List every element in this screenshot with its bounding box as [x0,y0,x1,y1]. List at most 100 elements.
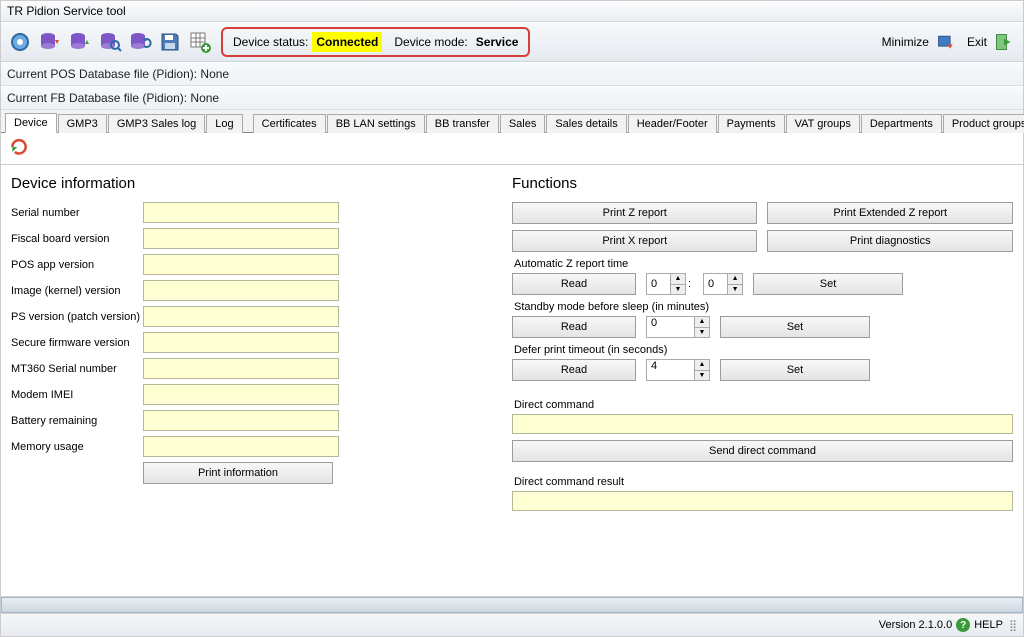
print-diagnostics-button[interactable]: Print diagnostics [767,230,1013,252]
direct-command-input[interactable] [512,414,1013,434]
device-field-row: Image (kernel) version [11,280,492,301]
version-label: Version 2.1.0.0 [879,619,952,631]
device-field-input [143,228,339,249]
time-colon: : [688,278,691,290]
tab-bb-lan[interactable]: BB LAN settings [327,114,425,133]
device-field-label: Serial number [11,207,143,219]
db-download-icon[interactable] [37,29,63,55]
grid-add-icon[interactable] [187,29,213,55]
tab-strip: Device GMP3 GMP3 Sales log Log Certifica… [1,110,1023,133]
device-field-row: Secure firmware version [11,332,492,353]
device-field-label: POS app version [11,259,143,271]
device-field-input [143,306,339,327]
fb-db-info: Current FB Database file (Pidion): None [1,86,1023,110]
tab-gmp3-sales-log[interactable]: GMP3 Sales log [108,114,205,133]
pos-db-info: Current POS Database file (Pidion): None [1,62,1023,86]
device-status-value: Connected [312,32,382,52]
send-direct-command-button[interactable]: Send direct command [512,440,1013,462]
tab-vat-groups[interactable]: VAT groups [786,114,860,133]
device-field-label: Memory usage [11,441,143,453]
tab-payments[interactable]: Payments [718,114,785,133]
main-toolbar: Device status: Connected Device mode: Se… [1,22,1023,62]
device-field-row: PS version (patch version) [11,306,492,327]
exit-label[interactable]: Exit [967,35,987,49]
standby-value-input[interactable]: 0▲▼ [646,316,710,338]
tab-gap [244,127,252,133]
device-field-label: Modem IMEI [11,389,143,401]
device-field-input [143,384,339,405]
tab-bb-transfer[interactable]: BB transfer [426,114,499,133]
device-field-input [143,436,339,457]
device-field-row: Memory usage [11,436,492,457]
device-field-input [143,332,339,353]
refresh-icon[interactable] [9,148,29,160]
device-field-row: Serial number [11,202,492,223]
device-field-input [143,280,339,301]
device-info-heading: Device information [11,175,492,192]
minimize-icon[interactable] [935,31,957,53]
device-field-label: Image (kernel) version [11,285,143,297]
device-field-label: Battery remaining [11,415,143,427]
device-field-label: Fiscal board version [11,233,143,245]
title-bar: TR Pidion Service tool [1,1,1023,22]
help-icon[interactable]: ? [956,618,970,632]
auto-z-label: Automatic Z report time [514,258,1013,270]
tab-departments[interactable]: Departments [861,114,942,133]
defer-label: Defer print timeout (in seconds) [514,344,1013,356]
device-field-input [143,254,339,275]
db-upload-icon[interactable] [67,29,93,55]
device-status-label: Device status: [233,35,308,49]
settings-icon[interactable] [7,29,33,55]
tab-log[interactable]: Log [206,114,242,133]
device-field-input [143,202,339,223]
tab-gmp3[interactable]: GMP3 [58,114,107,133]
device-field-input [143,410,339,431]
tab-sales[interactable]: Sales [500,114,546,133]
device-field-row: Modem IMEI [11,384,492,405]
device-field-input [143,358,339,379]
print-extended-z-report-button[interactable]: Print Extended Z report [767,202,1013,224]
device-field-row: Battery remaining [11,410,492,431]
device-field-row: POS app version [11,254,492,275]
direct-command-label: Direct command [514,399,1013,411]
tab-device[interactable]: Device [5,113,57,133]
status-bar: Version 2.1.0.0 ? HELP ⣿ [1,613,1023,636]
device-field-row: MT360 Serial number [11,358,492,379]
device-field-label: MT360 Serial number [11,363,143,375]
print-x-report-button[interactable]: Print X report [512,230,758,252]
device-field-row: Fiscal board version [11,228,492,249]
minimize-label[interactable]: Minimize [882,35,929,49]
db-search-icon[interactable] [97,29,123,55]
tab-header-footer[interactable]: Header/Footer [628,114,717,133]
device-mode-label: Device mode: [394,35,467,49]
db-sync-icon[interactable] [127,29,153,55]
device-field-label: Secure firmware version [11,337,143,349]
auto-z-read-button[interactable]: Read [512,273,636,295]
print-information-button[interactable]: Print information [143,462,333,484]
tab-certificates[interactable]: Certificates [253,114,326,133]
direct-command-result-output [512,491,1013,511]
functions-heading: Functions [512,175,1013,192]
device-field-label: PS version (patch version) [11,311,143,323]
standby-label: Standby mode before sleep (in minutes) [514,301,1013,313]
direct-command-result-label: Direct command result [514,476,1013,488]
defer-set-button[interactable]: Set [720,359,870,381]
auto-z-hours-input[interactable]: 0▲▼ [646,273,686,295]
standby-set-button[interactable]: Set [720,316,870,338]
standby-read-button[interactable]: Read [512,316,636,338]
tab-product-groups[interactable]: Product groups [943,114,1024,133]
device-mode-value: Service [476,35,519,49]
defer-value-input[interactable]: 4▲▼ [646,359,710,381]
print-z-report-button[interactable]: Print Z report [512,202,758,224]
auto-z-set-button[interactable]: Set [753,273,903,295]
resize-grip[interactable]: ⣿ [1009,619,1015,632]
sub-toolbar [1,133,1023,165]
defer-read-button[interactable]: Read [512,359,636,381]
status-box: Device status: Connected Device mode: Se… [221,27,530,57]
save-icon[interactable] [157,29,183,55]
help-label[interactable]: HELP [974,619,1003,631]
auto-z-minutes-input[interactable]: 0▲▼ [703,273,743,295]
tab-sales-details[interactable]: Sales details [546,114,626,133]
exit-icon[interactable] [993,31,1015,53]
horizontal-scrollbar[interactable] [1,596,1023,613]
